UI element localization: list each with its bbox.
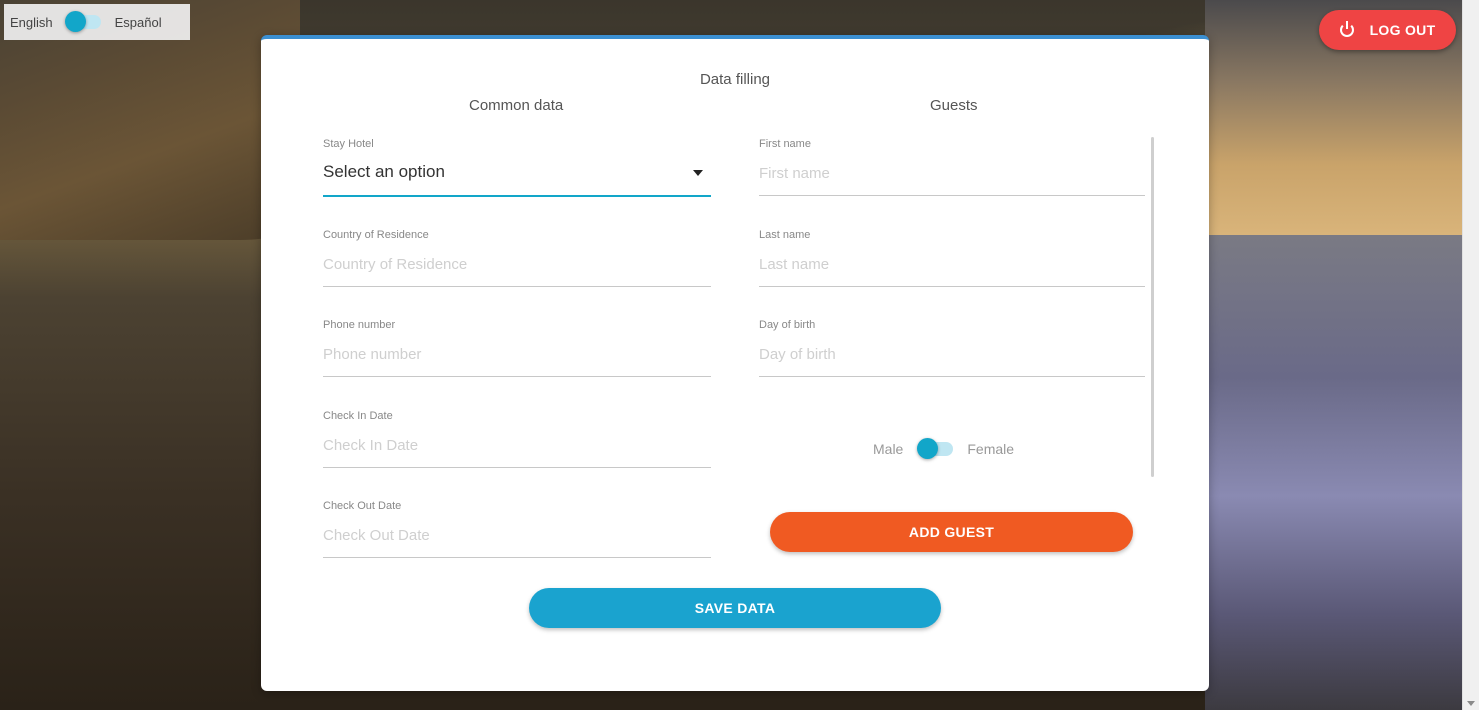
scroll-down-arrow-icon[interactable]	[1467, 701, 1475, 706]
check-in-label: Check In Date	[323, 410, 393, 422]
first-name-underline	[759, 195, 1145, 196]
check-out-field[interactable]: Check Out Date	[323, 500, 711, 560]
check-out-label: Check Out Date	[323, 500, 402, 512]
phone-field[interactable]: Phone number	[323, 319, 711, 379]
country-input[interactable]	[323, 249, 711, 279]
power-icon	[1339, 21, 1354, 37]
language-spanish-label: Español	[114, 14, 162, 30]
data-filling-card: Data filling Common data Guests Stay Hot…	[261, 35, 1209, 691]
phone-input[interactable]	[323, 339, 711, 369]
guests-scrollbar[interactable]	[1151, 137, 1154, 477]
chevron-down-icon[interactable]	[693, 170, 703, 176]
last-name-underline	[759, 286, 1145, 287]
last-name-label: Last name	[759, 229, 811, 241]
country-underline	[323, 286, 711, 287]
phone-underline	[323, 376, 711, 377]
save-data-button[interactable]: SAVE DATA	[529, 588, 941, 628]
page-scrollbar[interactable]	[1462, 0, 1479, 710]
stay-hotel-select[interactable]: Stay Hotel Select an option	[323, 138, 711, 198]
logout-label: LOG OUT	[1369, 22, 1436, 38]
gender-toggle[interactable]: Male Female	[873, 438, 1015, 459]
first-name-label: First name	[759, 138, 811, 150]
first-name-input[interactable]	[759, 158, 1145, 188]
language-toggle[interactable]: English Español	[4, 4, 190, 40]
check-in-underline	[323, 467, 711, 468]
check-out-input[interactable]	[323, 520, 711, 550]
language-switch[interactable]	[64, 11, 101, 32]
country-label: Country of Residence	[323, 229, 429, 241]
birth-field[interactable]: Day of birth	[759, 319, 1145, 379]
logout-button[interactable]: LOG OUT	[1319, 10, 1456, 50]
stay-hotel-underline	[323, 195, 711, 197]
gender-female-label: Female	[967, 441, 1015, 457]
check-in-input[interactable]	[323, 430, 711, 460]
country-field[interactable]: Country of Residence	[323, 229, 711, 289]
stay-hotel-value[interactable]: Select an option	[323, 162, 445, 182]
gender-switch[interactable]	[917, 438, 954, 459]
check-in-field[interactable]: Check In Date	[323, 410, 711, 470]
card-title: Data filling	[699, 71, 771, 88]
first-name-field[interactable]: First name	[759, 138, 1145, 198]
add-guest-button[interactable]: ADD GUEST	[770, 512, 1133, 552]
birth-label: Day of birth	[759, 319, 816, 331]
phone-label: Phone number	[323, 319, 396, 331]
language-switch-knob[interactable]	[64, 11, 86, 32]
common-data-title: Common data	[469, 97, 564, 114]
guests-title: Guests	[930, 97, 978, 114]
background-sea	[1205, 235, 1479, 710]
last-name-field[interactable]: Last name	[759, 229, 1145, 289]
last-name-input[interactable]	[759, 249, 1145, 279]
gender-switch-knob[interactable]	[917, 438, 939, 459]
birth-underline	[759, 376, 1145, 377]
check-out-underline	[323, 557, 711, 558]
stay-hotel-label: Stay Hotel	[323, 138, 374, 150]
gender-male-label: Male	[873, 441, 904, 457]
language-english-label: English	[10, 14, 53, 30]
birth-input[interactable]	[759, 339, 1145, 369]
